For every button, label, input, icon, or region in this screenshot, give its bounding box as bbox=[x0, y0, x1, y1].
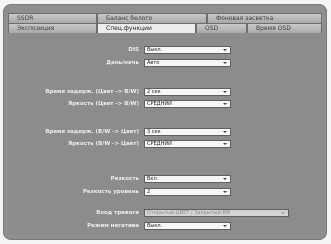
chevron-down-icon bbox=[223, 49, 227, 51]
chevron-down-icon bbox=[223, 62, 227, 64]
bright-bw-color-select[interactable]: СРЕДНИЙ bbox=[144, 140, 231, 148]
negative-mode-label: Режим негатива bbox=[87, 223, 139, 229]
chevron-down-icon bbox=[223, 131, 227, 133]
dis-value: Выкл. bbox=[147, 47, 163, 53]
row-dis: DIS Выкл. bbox=[8, 46, 322, 55]
row-alarm-input: Вход тревоги Открытый:ЦВЕТ / Закрытый:BW bbox=[8, 209, 322, 218]
chevron-down-icon bbox=[223, 143, 227, 145]
alarm-input-select: Открытый:ЦВЕТ / Закрытый:BW bbox=[144, 209, 289, 217]
tab-bar: SSDR Баланс белого Фоновая засветка Эксп… bbox=[8, 13, 322, 33]
row-bright-color-bw: Яркость (Цвет -> B/W) СРЕДНИЙ bbox=[8, 100, 322, 109]
row-bright-bw-color: Яркость (B/W -> Цвет) СРЕДНИЙ bbox=[8, 140, 322, 149]
settings-panel: DIS Выкл. День/ночь Авто Время задерж. (… bbox=[8, 33, 322, 235]
day-night-label: День/ночь bbox=[106, 60, 139, 66]
delay-color-bw-value: 2 сек bbox=[147, 89, 161, 95]
alarm-input-label: Вход тревоги bbox=[96, 210, 139, 216]
delay-bw-color-label: Время задерж. (B/W -> Цвет) bbox=[45, 129, 139, 135]
tab-backlight[interactable]: Фоновая засветка bbox=[207, 13, 322, 23]
tab-exposure[interactable]: Экспозиция bbox=[8, 23, 97, 33]
day-night-select[interactable]: Авто bbox=[144, 59, 231, 67]
negative-mode-value: Выкл. bbox=[147, 223, 163, 229]
bright-color-bw-value: СРЕДНИЙ bbox=[147, 101, 172, 107]
row-sharpness: Резкость Вкл. bbox=[8, 175, 322, 184]
delay-bw-color-select[interactable]: 3 сек bbox=[144, 128, 231, 136]
sharpness-level-select[interactable]: 2 bbox=[144, 188, 231, 196]
row-delay-bw-color: Время задерж. (B/W -> Цвет) 3 сек bbox=[8, 128, 322, 137]
chevron-down-icon bbox=[223, 191, 227, 193]
chevron-down-icon bbox=[281, 212, 285, 214]
delay-bw-color-value: 3 сек bbox=[147, 129, 161, 135]
tab-osd[interactable]: OSD bbox=[196, 23, 247, 33]
settings-window: SSDR Баланс белого Фоновая засветка Эксп… bbox=[3, 4, 327, 240]
sharpness-level-label: Резкость уровень bbox=[82, 189, 139, 195]
chevron-down-icon bbox=[223, 103, 227, 105]
row-delay-color-bw: Время задерж. (Цвет -> B/W) 2 сек bbox=[8, 88, 322, 97]
sharpness-value: Вкл. bbox=[147, 176, 159, 182]
dis-label: DIS bbox=[128, 47, 139, 53]
delay-color-bw-select[interactable]: 2 сек bbox=[144, 88, 231, 96]
sharpness-label: Резкость bbox=[110, 176, 139, 182]
row-day-night: День/ночь Авто bbox=[8, 59, 322, 68]
tab-row-1: SSDR Баланс белого Фоновая засветка bbox=[8, 13, 322, 23]
negative-mode-select[interactable]: Выкл. bbox=[144, 222, 231, 230]
day-night-value: Авто bbox=[147, 60, 160, 66]
bright-bw-color-label: Яркость (B/W -> Цвет) bbox=[67, 141, 139, 147]
sharpness-select[interactable]: Вкл. bbox=[144, 175, 231, 183]
tab-row-2: Экспозиция Спец.функции OSD Время OSD bbox=[8, 23, 322, 33]
bright-color-bw-label: Яркость (Цвет -> B/W) bbox=[67, 101, 139, 107]
bright-color-bw-select[interactable]: СРЕДНИЙ bbox=[144, 100, 231, 108]
dis-select[interactable]: Выкл. bbox=[144, 46, 231, 54]
delay-color-bw-label: Время задерж. (Цвет -> B/W) bbox=[45, 89, 139, 95]
tab-ssdr[interactable]: SSDR bbox=[8, 13, 97, 23]
chevron-down-icon bbox=[223, 91, 227, 93]
tab-osd-time[interactable]: Время OSD bbox=[247, 23, 322, 33]
row-sharpness-level: Резкость уровень 2 bbox=[8, 188, 322, 197]
bright-bw-color-value: СРЕДНИЙ bbox=[147, 141, 172, 147]
row-negative-mode: Режим негатива Выкл. bbox=[8, 222, 322, 231]
sharpness-level-value: 2 bbox=[147, 189, 151, 195]
alarm-input-value: Открытый:ЦВЕТ / Закрытый:BW bbox=[147, 210, 231, 216]
chevron-down-icon bbox=[223, 178, 227, 180]
chevron-down-icon bbox=[223, 225, 227, 227]
tab-special-functions[interactable]: Спец.функции bbox=[97, 23, 196, 33]
tab-white-balance[interactable]: Баланс белого bbox=[97, 13, 207, 23]
